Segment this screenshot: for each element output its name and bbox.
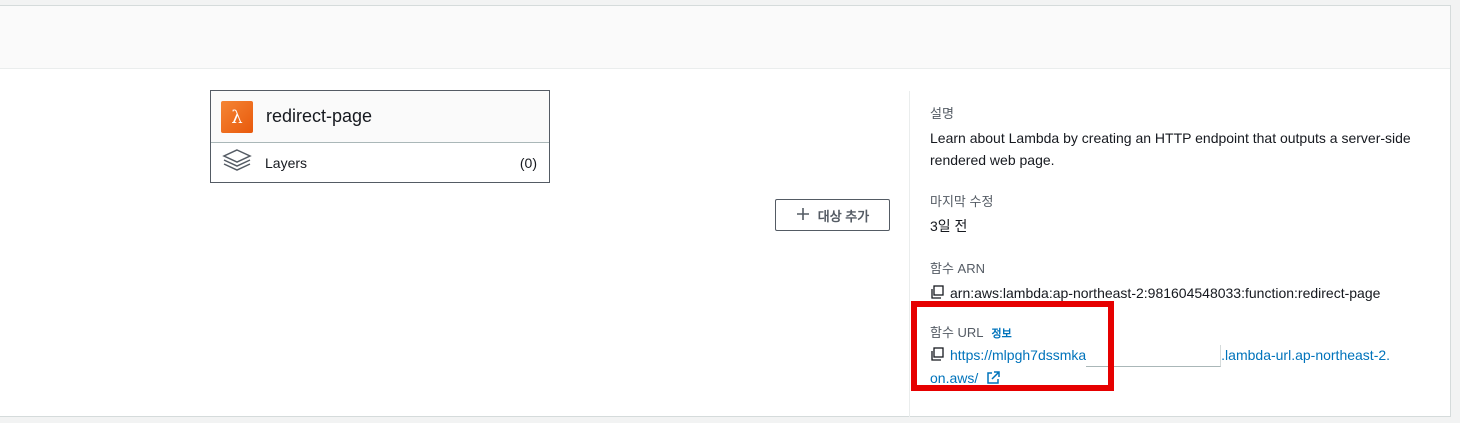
function-card-header[interactable]: λ redirect-page bbox=[211, 91, 549, 143]
arn-value: arn:aws:lambda:ap-northeast-2:9816045480… bbox=[950, 285, 1381, 301]
arn-section: 함수 ARN arn:aws:lambda:ap-northeast-2:981… bbox=[930, 258, 1380, 305]
last-modified-value: 3일 전 bbox=[930, 218, 968, 234]
arn-label: 함수 ARN bbox=[930, 261, 985, 276]
copy-icon[interactable] bbox=[930, 345, 944, 367]
description-section: 설명 Learn about Lambda by creating an HTT… bbox=[930, 103, 1440, 171]
url-label: 함수 URL bbox=[930, 325, 984, 340]
url-row-continued: on.aws/ bbox=[930, 367, 1390, 390]
function-url-link-start[interactable]: https://mlpgh7dssmka bbox=[950, 347, 1086, 363]
add-target-label: 대상 추가 bbox=[817, 208, 870, 224]
function-url-link-end[interactable]: on.aws/ bbox=[930, 370, 978, 386]
function-url-section: 함수 URL 정보 https://mlpgh7dssmka .lambda-url… bbox=[930, 322, 1390, 391]
panel-header bbox=[0, 6, 1450, 69]
lambda-icon: λ bbox=[221, 100, 253, 133]
function-overview-panel: λ redirect-page Layers (0) 대상 추가 설명 Lear… bbox=[0, 5, 1451, 417]
page-background-bottom bbox=[0, 417, 1460, 423]
function-url-link-middle[interactable]: .lambda-url.ap-northeast-2. bbox=[1221, 347, 1390, 363]
layers-row[interactable]: Layers (0) bbox=[211, 143, 549, 183]
description-label: 설명 bbox=[930, 106, 954, 121]
url-info-link[interactable]: 정보 bbox=[992, 328, 1012, 340]
function-card[interactable]: λ redirect-page Layers (0) bbox=[210, 90, 550, 183]
last-modified-section: 마지막 수정 3일 전 bbox=[930, 191, 993, 237]
plus-icon bbox=[796, 207, 810, 224]
copy-icon[interactable] bbox=[930, 283, 944, 305]
last-modified-label: 마지막 수정 bbox=[930, 194, 994, 209]
url-row: https://mlpgh7dssmka .lambda-url.ap-north… bbox=[930, 344, 1390, 368]
layers-count: (0) bbox=[519, 155, 537, 171]
description-value: Learn about Lambda by creating an HTTP e… bbox=[930, 130, 1411, 168]
vertical-divider bbox=[909, 91, 910, 417]
layers-icon bbox=[221, 148, 253, 179]
svg-text:λ: λ bbox=[231, 107, 242, 128]
layers-label: Layers bbox=[265, 155, 308, 171]
redacted-block bbox=[1086, 345, 1222, 368]
add-target-button[interactable]: 대상 추가 bbox=[775, 199, 890, 231]
url-label-row: 함수 URL 정보 bbox=[930, 322, 1390, 341]
function-name: redirect-page bbox=[266, 106, 373, 126]
external-link-icon[interactable] bbox=[986, 369, 1000, 391]
arn-row: arn:aws:lambda:ap-northeast-2:9816045480… bbox=[930, 282, 1380, 305]
